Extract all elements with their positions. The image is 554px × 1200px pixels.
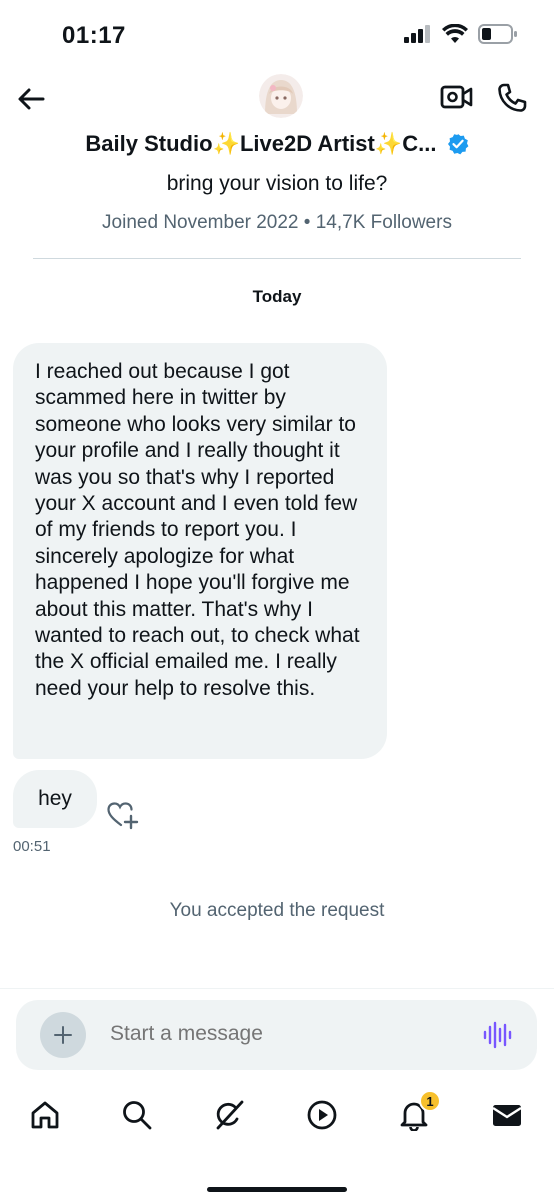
message-timestamp: 00:51 bbox=[13, 838, 51, 855]
contact-name-part-3: C... bbox=[402, 131, 437, 157]
conversation-header: Baily Studio✨Live2D Artist✨C... bbox=[0, 70, 554, 170]
signal-icon bbox=[404, 25, 430, 43]
divider bbox=[33, 258, 521, 259]
system-note: You accepted the request bbox=[169, 900, 385, 921]
date-separator: Today bbox=[252, 287, 302, 306]
message-input[interactable] bbox=[110, 1022, 450, 1046]
notification-count-badge: 1 bbox=[419, 1090, 441, 1112]
message-bubble[interactable]: I reached out because I got scammed here… bbox=[13, 343, 387, 759]
attach-button[interactable] bbox=[40, 1012, 86, 1058]
contact-name[interactable]: Baily Studio✨Live2D Artist✨C... bbox=[0, 130, 554, 157]
tab-notifications[interactable]: 1 bbox=[397, 1090, 441, 1132]
tab-grok[interactable] bbox=[212, 1098, 246, 1132]
message-composer bbox=[16, 1000, 537, 1070]
voice-waveform-icon bbox=[483, 1021, 512, 1049]
plus-icon bbox=[54, 1026, 72, 1044]
tab-home[interactable] bbox=[28, 1098, 62, 1132]
search-icon bbox=[123, 1101, 152, 1130]
composer-divider bbox=[0, 988, 554, 989]
video-call-button[interactable] bbox=[440, 82, 474, 116]
status-icons bbox=[404, 24, 518, 44]
battery-icon bbox=[478, 24, 517, 44]
wifi-icon bbox=[442, 24, 468, 43]
contact-name-part-1: Baily Studio bbox=[85, 131, 213, 157]
avatar[interactable] bbox=[259, 74, 303, 118]
play-circle-icon bbox=[307, 1100, 337, 1130]
envelope-icon bbox=[492, 1105, 522, 1126]
add-reaction-button[interactable] bbox=[106, 800, 140, 830]
home-icon bbox=[31, 1101, 59, 1129]
phone-icon bbox=[498, 83, 527, 112]
home-indicator[interactable] bbox=[207, 1187, 347, 1192]
bottom-tab-bar: 1 bbox=[0, 1080, 554, 1160]
tab-search[interactable] bbox=[120, 1098, 154, 1132]
grok-icon bbox=[216, 1100, 244, 1130]
avatar-image bbox=[259, 74, 303, 118]
arrow-left-icon bbox=[18, 88, 45, 110]
status-time: 01:17 bbox=[62, 22, 126, 49]
tab-video[interactable] bbox=[305, 1098, 339, 1132]
heart-plus-icon bbox=[107, 802, 139, 830]
status-bar: 01:17 bbox=[0, 0, 554, 70]
verified-badge-icon bbox=[447, 134, 468, 155]
contact-name-part-2: Live2D Artist bbox=[239, 131, 375, 157]
sparkle-emoji-icon: ✨ bbox=[374, 131, 403, 157]
profile-join-info: Joined November 2022 • 14,7K Followers bbox=[102, 212, 452, 233]
back-button[interactable] bbox=[14, 82, 48, 116]
message-bubble[interactable]: hey bbox=[13, 770, 97, 828]
profile-bio: bring your vision to life? bbox=[166, 172, 388, 195]
video-camera-icon bbox=[440, 85, 473, 109]
voice-call-button[interactable] bbox=[496, 82, 530, 116]
tab-messages[interactable] bbox=[490, 1098, 524, 1132]
voice-message-button[interactable] bbox=[482, 1020, 512, 1050]
sparkle-emoji-icon: ✨ bbox=[212, 131, 240, 157]
